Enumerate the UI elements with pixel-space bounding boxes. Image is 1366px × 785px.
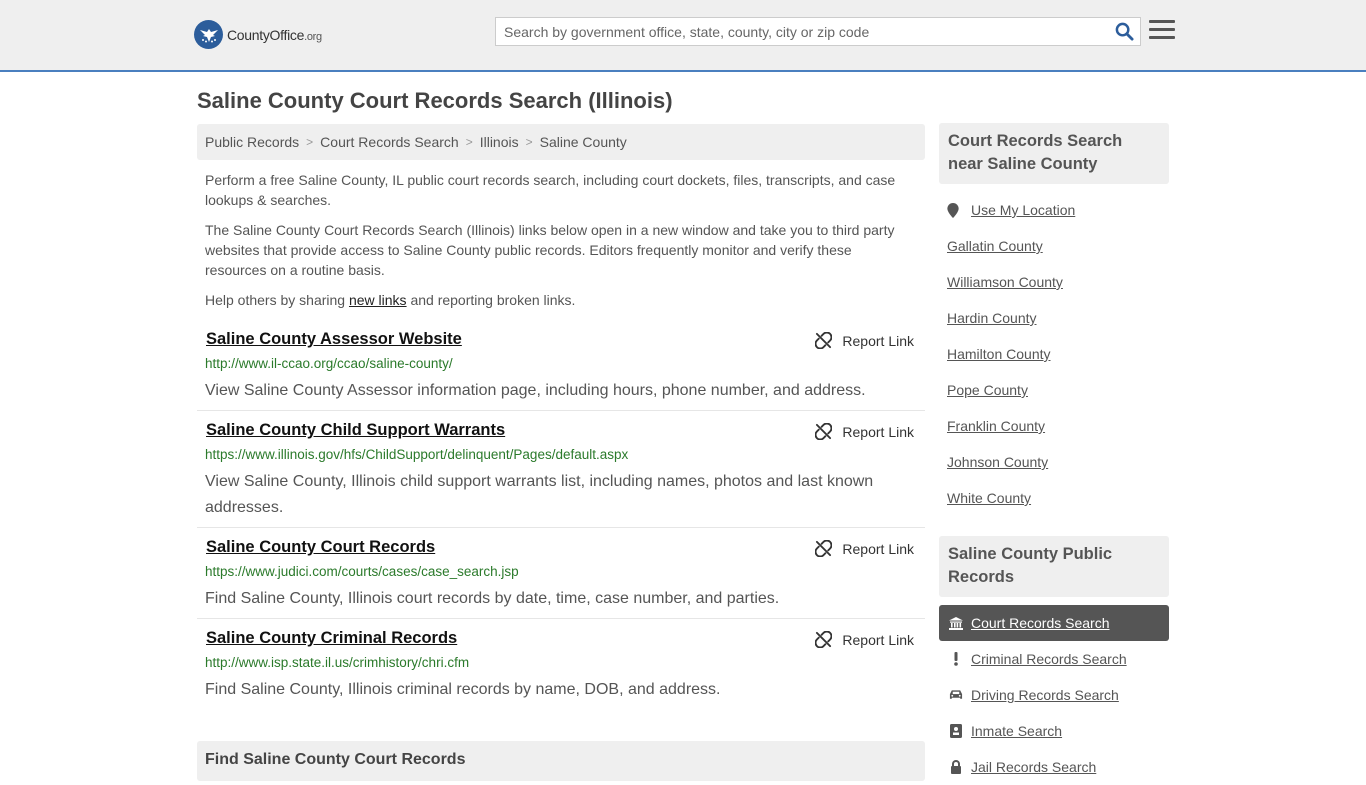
find-records-heading: Find Saline County Court Records <box>197 741 925 781</box>
breadcrumb-court-records-search[interactable]: Court Records Search <box>320 134 459 150</box>
page-title: Saline County Court Records Search (Illi… <box>197 88 673 113</box>
search-bar <box>495 17 1141 46</box>
logo-tld: .org <box>304 30 322 43</box>
result-item: Saline County Criminal Records Report Li… <box>197 629 925 710</box>
new-links-link[interactable]: new links <box>349 292 407 308</box>
report-link-button[interactable]: Report Link <box>815 423 914 440</box>
id-badge-icon <box>949 724 963 738</box>
logo-brand: CountyOffice <box>227 26 305 43</box>
result-item: Saline County Child Support Warrants Rep… <box>197 421 925 528</box>
sidebar-item-court-records-search[interactable]: Court Records Search <box>939 605 1169 641</box>
sidebar-item-criminal-records-search[interactable]: Criminal Records Search <box>939 641 1169 677</box>
breadcrumb: Public Records > Court Records Search > … <box>197 124 925 160</box>
breadcrumb-illinois[interactable]: Illinois <box>480 134 519 150</box>
broken-link-icon <box>815 631 833 648</box>
result-title-link[interactable]: Saline County Criminal Records <box>206 629 457 648</box>
result-title-link[interactable]: Saline County Child Support Warrants <box>206 421 505 440</box>
report-link-button[interactable]: Report Link <box>815 631 914 648</box>
site-header: CountyOffice.org <box>0 0 1366 72</box>
result-description: Find Saline County, Illinois court recor… <box>205 590 780 607</box>
result-url: http://www.il-ccao.org/ccao/saline-count… <box>205 356 453 371</box>
sidebar-item-jail-records-search[interactable]: Jail Records Search <box>939 749 1169 785</box>
nearby-county-link[interactable]: Hardin County <box>947 310 1037 326</box>
broken-link-icon <box>815 423 833 440</box>
exclamation-icon <box>949 652 963 666</box>
hamburger-menu-icon[interactable] <box>1149 18 1175 44</box>
nearby-county-link[interactable]: Gallatin County <box>947 238 1043 254</box>
result-url: https://www.judici.com/courts/cases/case… <box>205 564 519 579</box>
nearby-county-link[interactable]: Pope County <box>947 382 1028 398</box>
breadcrumb-separator: > <box>465 135 473 149</box>
nearby-county-link[interactable]: Franklin County <box>947 418 1045 434</box>
result-item: Saline County Court Records Report Link … <box>197 538 925 619</box>
broken-link-icon <box>815 332 833 349</box>
broken-link-icon <box>815 540 833 557</box>
sidebar-item-driving-records-search[interactable]: Driving Records Search <box>939 677 1169 713</box>
breadcrumb-separator: > <box>306 135 314 149</box>
nearby-heading: Court Records Search near Saline County <box>939 123 1169 184</box>
breadcrumb-separator: > <box>525 135 533 149</box>
nearby-county-link[interactable]: White County <box>947 490 1031 506</box>
car-icon <box>949 689 963 701</box>
intro-paragraph-1: Perform a free Saline County, IL public … <box>205 172 896 208</box>
nearby-county-link[interactable]: Hamilton County <box>947 346 1051 362</box>
courthouse-icon <box>949 616 963 630</box>
breadcrumb-saline-county[interactable]: Saline County <box>540 134 627 150</box>
lock-icon <box>949 760 963 774</box>
nearby-county-link[interactable]: Williamson County <box>947 274 1063 290</box>
result-title-link[interactable]: Saline County Court Records <box>206 538 435 557</box>
report-link-button[interactable]: Report Link <box>815 540 914 557</box>
site-logo[interactable]: CountyOffice.org <box>194 20 322 49</box>
result-url: http://www.isp.state.il.us/crimhistory/c… <box>205 655 470 670</box>
result-description: View Saline County Assessor information … <box>205 382 866 399</box>
search-input[interactable] <box>496 18 1108 45</box>
result-description: Find Saline County, Illinois criminal re… <box>205 681 721 698</box>
map-pin-icon <box>947 202 959 218</box>
nearby-county-link[interactable]: Johnson County <box>947 454 1048 470</box>
use-location-link[interactable]: Use My Location <box>947 202 1075 218</box>
result-url: https://www.illinois.gov/hfs/ChildSuppor… <box>205 447 629 462</box>
search-button[interactable] <box>1108 18 1140 45</box>
search-icon <box>1115 22 1134 41</box>
result-description: View Saline County, Illinois child suppo… <box>205 473 874 516</box>
intro-paragraph-2: The Saline County Court Records Search (… <box>205 222 895 278</box>
sidebar-item-inmate-search[interactable]: Inmate Search <box>939 713 1169 749</box>
result-title-link[interactable]: Saline County Assessor Website <box>206 330 462 349</box>
intro-paragraph-3: Help others by sharing new links and rep… <box>205 292 576 308</box>
report-link-button[interactable]: Report Link <box>815 332 914 349</box>
result-item: Saline County Assessor Website Report Li… <box>197 330 925 411</box>
public-records-heading: Saline County Public Records <box>939 536 1169 597</box>
breadcrumb-public-records[interactable]: Public Records <box>205 134 299 150</box>
eagle-seal-icon <box>194 20 223 49</box>
